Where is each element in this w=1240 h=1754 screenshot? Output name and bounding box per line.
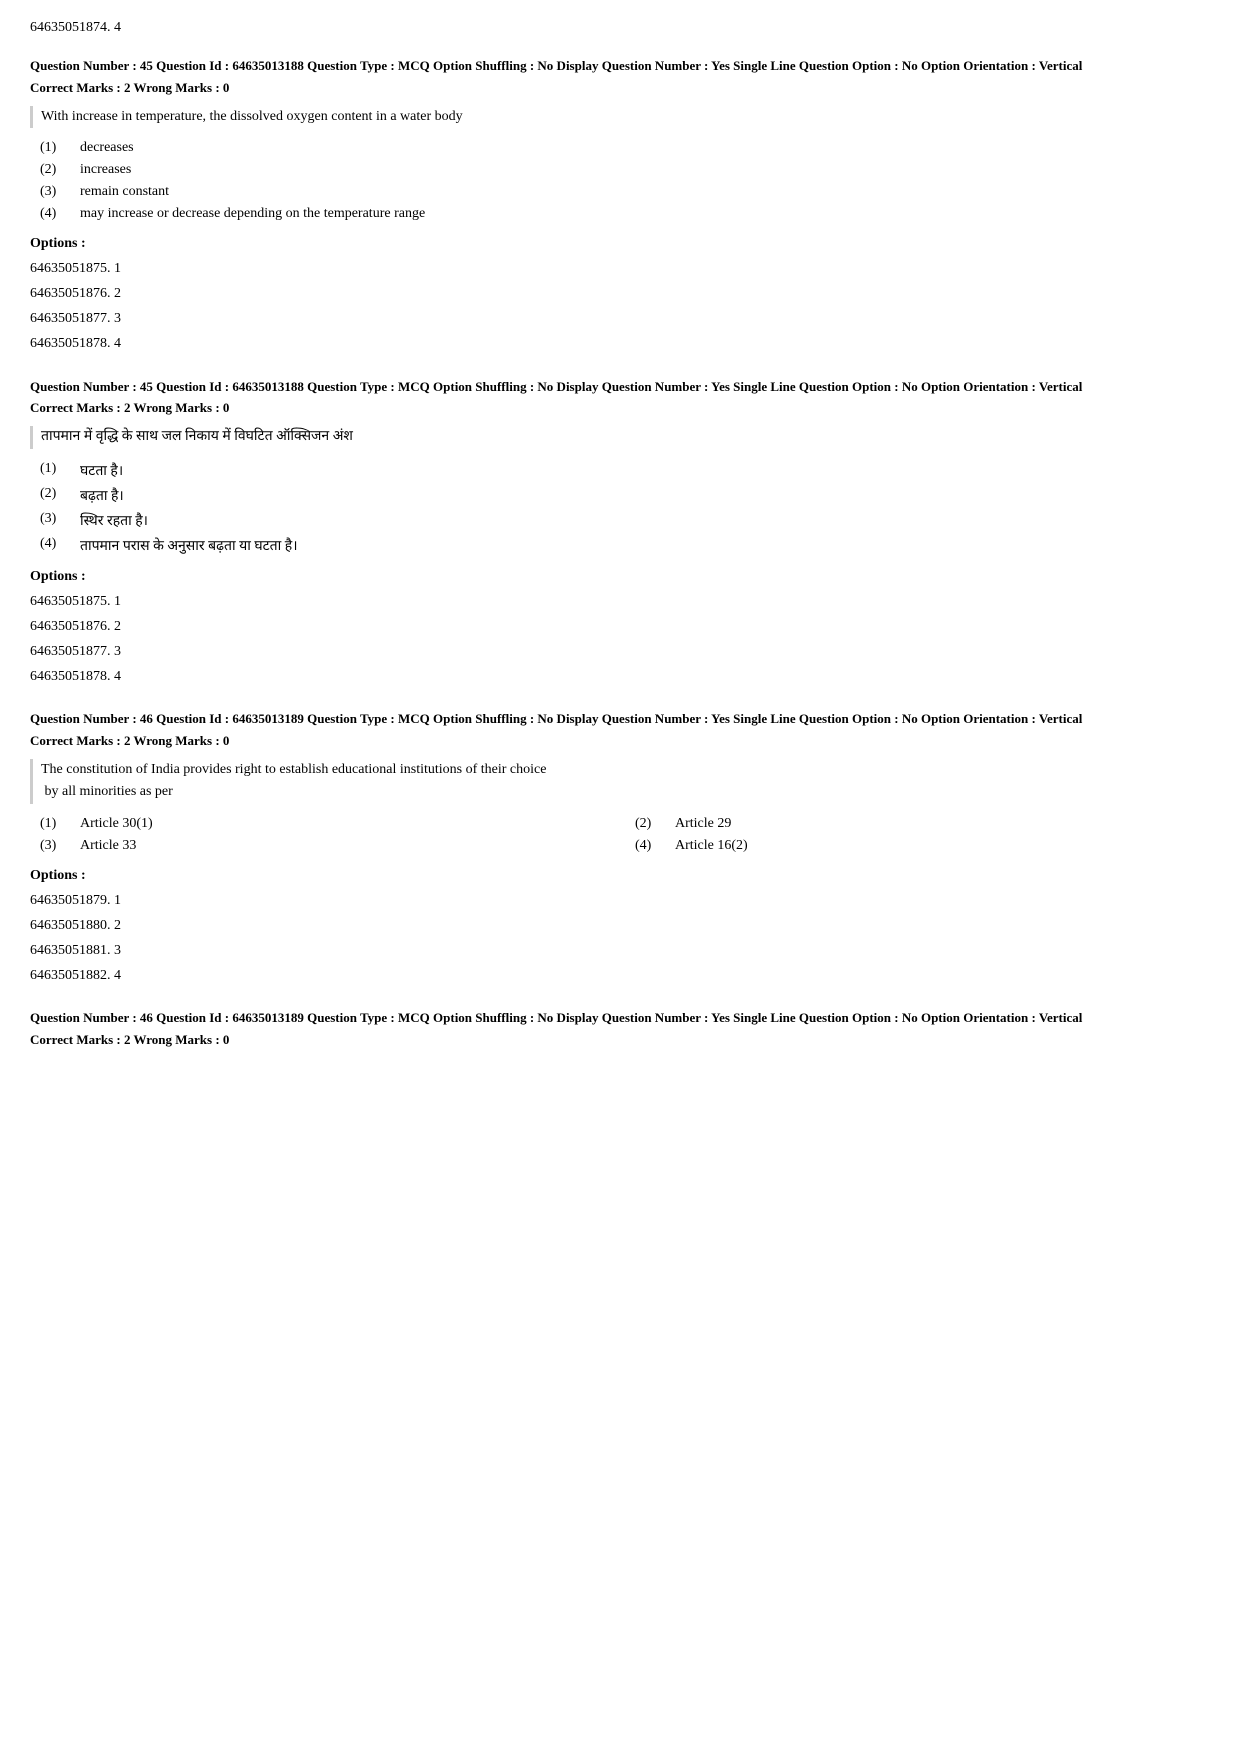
marks-q45-en: Correct Marks : 2 Wrong Marks : 0 [30, 80, 1210, 96]
option-num: (2) [40, 162, 80, 178]
list-item: (3) Article 33 [40, 838, 615, 854]
options-list-q45-hi: (1) घटता है। (2) बढ़ता है। (3) स्थिर रहत… [40, 461, 1210, 555]
option-num: (3) [40, 838, 80, 854]
header-id: 64635051874. 4 [30, 20, 1210, 36]
option-num: (1) [40, 140, 80, 156]
list-item: 64635051875. 1 [30, 589, 1210, 614]
list-item: 64635051877. 3 [30, 639, 1210, 664]
question-text-q45-en: With increase in temperature, the dissol… [30, 106, 1210, 128]
option-text: increases [80, 162, 131, 178]
option-text: remain constant [80, 184, 169, 200]
option-text: Article 33 [80, 838, 136, 854]
options-two-col-q46-en: (1) Article 30(1) (2) Article 29 (3) Art… [40, 816, 1210, 854]
option-num: (1) [40, 816, 80, 832]
question-meta-q45-en: Question Number : 45 Question Id : 64635… [30, 56, 1210, 76]
list-item: 64635051875. 1 [30, 256, 1210, 281]
marks-q46-hi: Correct Marks : 2 Wrong Marks : 0 [30, 1032, 1210, 1048]
option-ids-q45-en: 64635051875. 1 64635051876. 2 6463505187… [30, 256, 1210, 357]
option-num: (4) [40, 536, 80, 555]
option-text: Article 29 [675, 816, 731, 832]
list-item: 64635051879. 1 [30, 888, 1210, 913]
marks-q45-hi: Correct Marks : 2 Wrong Marks : 0 [30, 400, 1210, 416]
list-item: (2) बढ़ता है। [40, 486, 1210, 505]
list-item: 64635051876. 2 [30, 281, 1210, 306]
question-text-q45-hi: तापमान में वृद्धि के साथ जल निकाय में वि… [30, 426, 1210, 448]
question-block-q46-hi-meta: Question Number : 46 Question Id : 64635… [30, 1008, 1210, 1048]
list-item: (1) Article 30(1) [40, 816, 615, 832]
option-text: बढ़ता है। [80, 486, 124, 505]
list-item: (1) decreases [40, 140, 1210, 156]
option-num: (3) [40, 184, 80, 200]
options-label-q45-hi: Options : [30, 569, 1210, 585]
option-num: (3) [40, 511, 80, 530]
option-text: may increase or decrease depending on th… [80, 206, 425, 222]
list-item: 64635051880. 2 [30, 913, 1210, 938]
list-item: (3) remain constant [40, 184, 1210, 200]
list-item: 64635051877. 3 [30, 306, 1210, 331]
option-text: स्थिर रहता है। [80, 511, 148, 530]
list-item: (2) increases [40, 162, 1210, 178]
list-item: 64635051882. 4 [30, 963, 1210, 988]
option-ids-q46-en: 64635051879. 1 64635051880. 2 6463505188… [30, 888, 1210, 989]
list-item: (4) Article 16(2) [635, 838, 1210, 854]
option-num: (4) [635, 838, 675, 854]
option-text: घटता है। [80, 461, 123, 480]
options-label-q45-en: Options : [30, 236, 1210, 252]
list-item: (2) Article 29 [635, 816, 1210, 832]
option-text: decreases [80, 140, 134, 156]
question-meta-q45-hi: Question Number : 45 Question Id : 64635… [30, 377, 1210, 397]
question-text-q46-en: The constitution of India provides right… [30, 759, 1210, 804]
question-meta-q46-en: Question Number : 46 Question Id : 64635… [30, 709, 1210, 729]
option-ids-q45-hi: 64635051875. 1 64635051876. 2 6463505187… [30, 589, 1210, 690]
list-item: (3) स्थिर रहता है। [40, 511, 1210, 530]
option-text: Article 30(1) [80, 816, 153, 832]
list-item: 64635051878. 4 [30, 664, 1210, 689]
question-block-q46-en: Question Number : 46 Question Id : 64635… [30, 709, 1210, 988]
list-item: 64635051876. 2 [30, 614, 1210, 639]
option-num: (2) [40, 486, 80, 505]
list-item: (4) तापमान परास के अनुसार बढ़ता या घटता … [40, 536, 1210, 555]
option-text: Article 16(2) [675, 838, 748, 854]
list-item: (1) घटता है। [40, 461, 1210, 480]
marks-q46-en: Correct Marks : 2 Wrong Marks : 0 [30, 733, 1210, 749]
option-num: (2) [635, 816, 675, 832]
question-block-q45-hi: Question Number : 45 Question Id : 64635… [30, 377, 1210, 690]
option-num: (4) [40, 206, 80, 222]
list-item: 64635051881. 3 [30, 938, 1210, 963]
options-list-q45-en: (1) decreases (2) increases (3) remain c… [40, 140, 1210, 222]
option-num: (1) [40, 461, 80, 480]
question-block-q45-en: Question Number : 45 Question Id : 64635… [30, 56, 1210, 357]
list-item: (4) may increase or decrease depending o… [40, 206, 1210, 222]
list-item: 64635051878. 4 [30, 331, 1210, 356]
options-label-q46-en: Options : [30, 868, 1210, 884]
question-meta-q46-hi: Question Number : 46 Question Id : 64635… [30, 1008, 1210, 1028]
option-text: तापमान परास के अनुसार बढ़ता या घटता है। [80, 536, 298, 555]
